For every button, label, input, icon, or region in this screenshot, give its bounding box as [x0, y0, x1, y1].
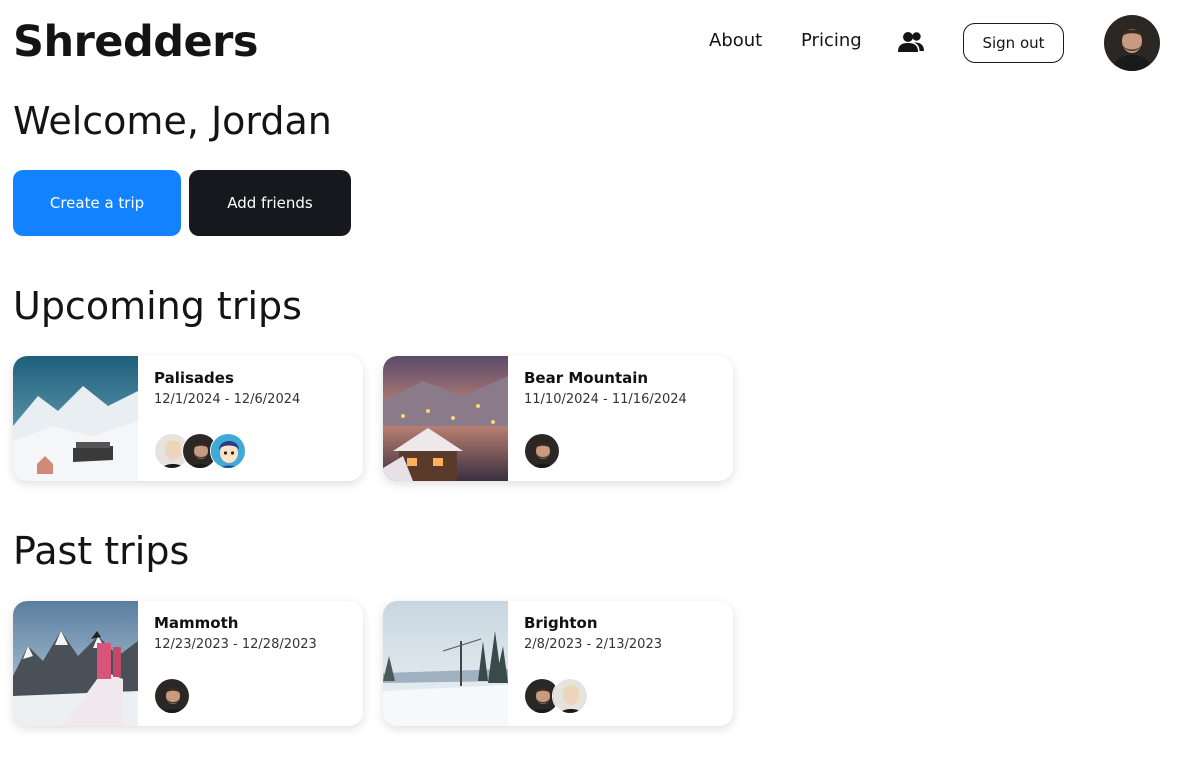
trip-name: Bear Mountain: [524, 369, 649, 387]
trip-image: [383, 356, 508, 481]
welcome-heading: Welcome, Jordan: [13, 99, 332, 143]
upcoming-trips-heading: Upcoming trips: [13, 284, 302, 328]
app-logo[interactable]: Shredders: [13, 16, 258, 68]
trip-dates: 11/10/2024 - 11/16/2024: [524, 392, 687, 407]
trip-dates: 12/1/2024 - 12/6/2024: [154, 392, 301, 407]
nav-about-link[interactable]: About: [709, 29, 762, 53]
trip-dates: 2/8/2023 - 2/13/2023: [524, 637, 662, 652]
sign-out-button[interactable]: Sign out: [963, 23, 1064, 63]
member-avatar: [552, 678, 588, 714]
add-friends-button[interactable]: Add friends: [189, 170, 351, 236]
trip-name: Brighton: [524, 614, 598, 632]
trip-card-bear-mountain[interactable]: Bear Mountain 11/10/2024 - 11/16/2024: [383, 356, 733, 481]
nav-pricing-link[interactable]: Pricing: [801, 29, 862, 53]
trip-card-palisades[interactable]: Palisades 12/1/2024 - 12/6/2024: [13, 356, 363, 481]
member-avatar: [154, 678, 190, 714]
create-trip-button[interactable]: Create a trip: [13, 170, 181, 236]
past-trips-heading: Past trips: [13, 529, 190, 573]
trip-image: [383, 601, 508, 726]
trip-card-mammoth[interactable]: Mammoth 12/23/2023 - 12/28/2023: [13, 601, 363, 726]
users-icon[interactable]: [897, 30, 925, 54]
trip-dates: 12/23/2023 - 12/28/2023: [154, 637, 317, 652]
trip-image: [13, 356, 138, 481]
member-avatar: [210, 433, 246, 469]
trip-card-brighton[interactable]: Brighton 2/8/2023 - 2/13/2023: [383, 601, 733, 726]
trip-name: Palisades: [154, 369, 234, 387]
profile-avatar[interactable]: [1104, 15, 1160, 71]
member-avatar: [524, 433, 560, 469]
trip-name: Mammoth: [154, 614, 239, 632]
trip-image: [13, 601, 138, 726]
